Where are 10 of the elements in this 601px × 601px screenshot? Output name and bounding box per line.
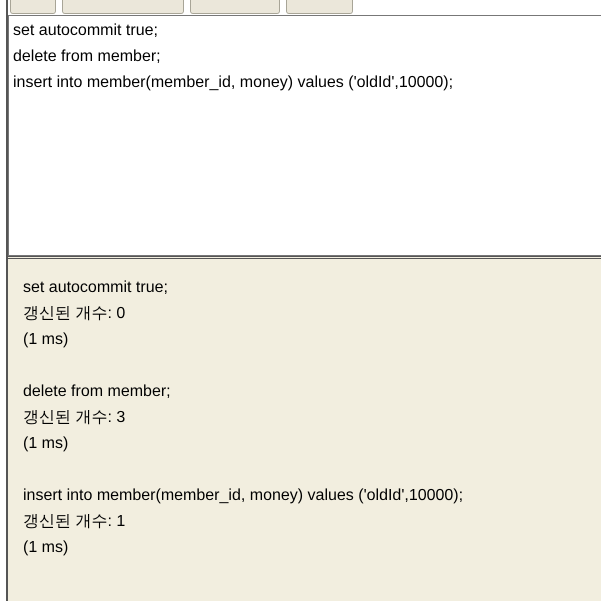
elapsed-time: (1 ms) [23,330,68,350]
update-count: 갱신된 개수: 3 [23,408,126,428]
elapsed-time: (1 ms) [23,538,68,558]
update-count: 갱신된 개수: 0 [23,304,126,324]
sql-editor[interactable]: set autocommit true; delete from member; insert into member(member_id, money) values ('oldId',10000); [8,15,601,256]
result-statement: insert into member(member_id, money) values ('oldId',10000); [23,486,464,506]
result-statement: set autocommit true; [23,278,168,298]
update-count: 갱신된 개수: 1 [23,512,126,532]
result-statement: delete from member; [23,382,171,402]
elapsed-time: (1 ms) [23,434,68,454]
